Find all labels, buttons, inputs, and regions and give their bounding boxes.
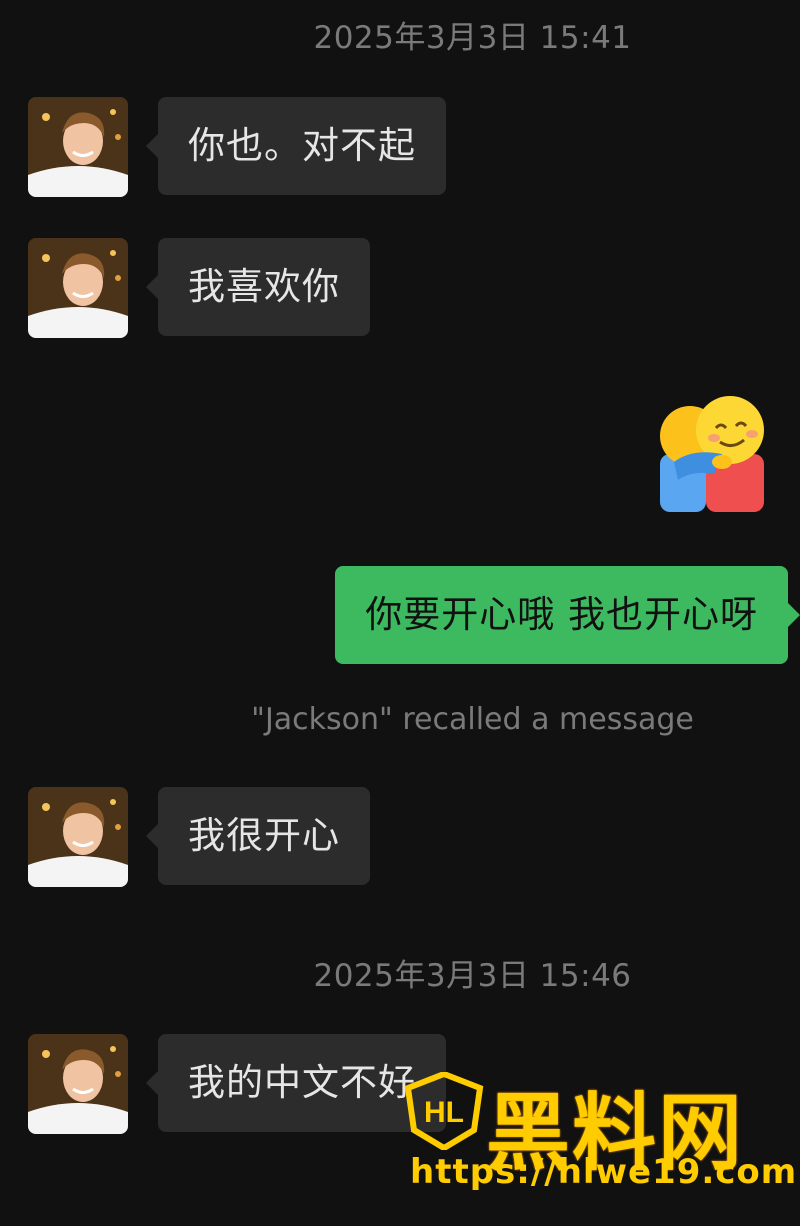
- outgoing-message[interactable]: 你要开心哦 我也开心呀: [335, 566, 800, 664]
- avatar-photo-icon: [28, 238, 128, 338]
- contact-avatar[interactable]: [28, 787, 128, 887]
- hug-emoji-icon: [660, 396, 764, 512]
- incoming-message[interactable]: 你也。对不起: [146, 97, 446, 195]
- timestamp: 2025年3月3日 15:41: [313, 20, 632, 56]
- avatar-photo-icon: [28, 97, 128, 197]
- incoming-message[interactable]: 我很开心: [146, 787, 370, 885]
- hug-emoji-sticker[interactable]: [652, 392, 772, 514]
- contact-avatar[interactable]: [28, 97, 128, 197]
- avatar-photo-icon: [28, 787, 128, 887]
- avatar-photo-icon: [28, 1034, 128, 1134]
- contact-avatar[interactable]: [28, 238, 128, 338]
- incoming-message[interactable]: 我的中文不好: [146, 1034, 446, 1132]
- incoming-message[interactable]: 我喜欢你: [146, 238, 370, 336]
- watermark-logo: HL: [404, 1070, 484, 1152]
- hl-shield-icon: HL: [404, 1070, 484, 1152]
- watermark-logo-text: HL: [424, 1096, 464, 1129]
- contact-avatar[interactable]: [28, 1034, 128, 1134]
- recall-notice: "Jackson" recalled a message: [251, 702, 694, 737]
- timestamp: 2025年3月3日 15:46: [313, 958, 632, 994]
- watermark-url: https://hlwe19.com: [410, 1152, 798, 1192]
